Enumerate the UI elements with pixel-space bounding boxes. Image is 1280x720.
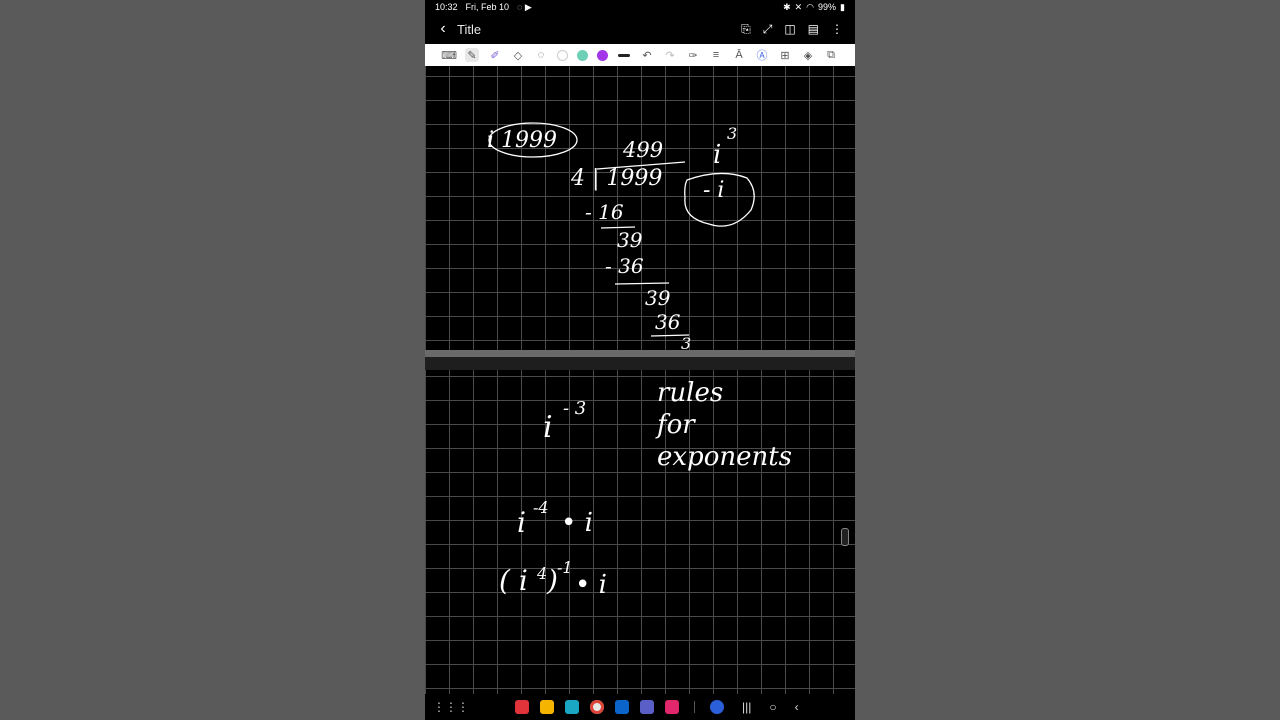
mute-icon: ✕ [794,1,803,12]
outlook-icon[interactable] [615,700,629,714]
export-icon[interactable]: ⎘ [741,22,751,37]
stroke-width-icon[interactable] [617,48,631,62]
color-purple[interactable] [597,49,608,61]
teams-icon[interactable] [640,700,654,714]
wifi-icon: ◠ [806,1,815,12]
dock-separator [694,701,695,713]
color-white[interactable] [557,49,568,61]
handwritten-i-neg3-base: i [543,410,553,445]
handwritten-i-power: i [713,140,722,170]
lasso-icon[interactable]: ◌ [534,48,548,62]
handwritten-exp-neg4: -4 [533,498,549,517]
chrome-icon[interactable] [590,700,604,714]
more-options-icon[interactable]: ⋮ [831,22,843,37]
handwritten-paren-i: ( i [499,564,528,597]
handwritten-times-i-2: • i [575,570,607,600]
note-rules: rules [657,378,724,408]
handwritten-i-neg3-exp: - 3 [563,398,587,419]
note-page-2[interactable]: i - 3 rules for exponents i -4 • i ( i 4… [425,370,855,694]
recents-icon[interactable]: ||| [742,700,751,714]
page-divider [425,350,855,370]
notification-icons: ◌ ▶ [517,1,532,12]
handwritten-result: - i [703,178,725,203]
note-for: for [657,410,695,440]
highlighter-icon[interactable]: ✐ [488,48,502,62]
app-icon-calendar[interactable] [565,700,579,714]
layers-icon[interactable]: ⧉ [824,48,838,62]
redo-icon[interactable]: ↷ [663,48,677,62]
home-icon[interactable]: ○ [769,700,776,714]
note-exponents: exponents [657,442,793,472]
undo-icon[interactable]: ↶ [640,48,654,62]
back-nav-icon[interactable]: ‹ [795,700,799,714]
screen-recorder-icon[interactable] [665,700,679,714]
back-icon[interactable]: ‹ [429,20,457,38]
status-time: 10:32 [435,2,458,12]
status-right: ✱ ✕ ◠ 99% ▮ [783,2,845,13]
settings-icon[interactable] [710,700,724,714]
bluetooth-icon: ✱ [783,1,791,12]
keyboard-icon[interactable]: ⌨ [441,48,457,62]
insert-icon[interactable]: ⊞ [778,48,792,62]
app-dock [515,700,724,714]
division-lines [596,161,690,337]
color-teal[interactable] [577,49,588,61]
status-bar: 10:32 Fri, Feb 10 ◌ ▶ ✱ ✕ ◠ 99% ▮ [425,0,855,14]
nav-keys: ||| ○ ‹ [742,700,799,714]
app-icon-red[interactable] [515,700,529,714]
handwritten-outer-exp: -1 [557,558,573,577]
shapes-icon[interactable]: ◈ [801,48,815,62]
battery-level: 99% [818,2,837,12]
handwritten-i-neg4: i [517,506,526,539]
text-style-icon[interactable]: Ā [732,48,746,62]
shape-recognition-icon[interactable]: Ⓐ [755,48,769,62]
page-view-icon[interactable]: ▤ [808,22,819,37]
note-page-1[interactable]: i 1999 499 4 | 1999 - 16 39 - 36 39 36 3… [425,66,855,350]
handwritten-times-i: • i [561,508,593,538]
fullscreen-icon[interactable]: ⤢ [763,22,773,37]
split-view-icon[interactable]: ◫ [784,22,795,37]
status-date: Fri, Feb 10 [465,2,510,12]
note-titlebar: ‹ Title ⎘ ⤢ ◫ ▤ ⋮ [425,14,855,44]
title-actions: ⎘ ⤢ ◫ ▤ ⋮ [741,22,855,37]
handwritten-inner-exp: 4 [537,564,548,583]
handwritten-exp-3: 3 [727,124,738,143]
note-title[interactable]: Title [457,22,481,37]
tablet-screen: 10:32 Fri, Feb 10 ◌ ▶ ✱ ✕ ◠ 99% ▮ ‹ Titl… [425,0,855,720]
app-icon-folder[interactable] [540,700,554,714]
drawing-toolbar: ⌨ ✎ ✐ ◇ ◌ ↶ ↷ ✑ ≡ Ā Ⓐ ⊞ ◈ ⧉ [425,44,855,66]
pen-settings-icon[interactable]: ✑ [686,48,700,62]
system-navbar: ⋮⋮⋮ ||| ○ ‹ [425,694,855,720]
text-align-icon[interactable]: ≡ [709,48,723,62]
battery-icon: ▮ [840,1,845,12]
eraser-icon[interactable]: ◇ [511,48,525,62]
app-drawer-icon[interactable]: ⋮⋮⋮ [433,700,469,714]
pen-icon[interactable]: ✎ [465,48,479,62]
page-scroll-handle[interactable] [841,528,849,546]
